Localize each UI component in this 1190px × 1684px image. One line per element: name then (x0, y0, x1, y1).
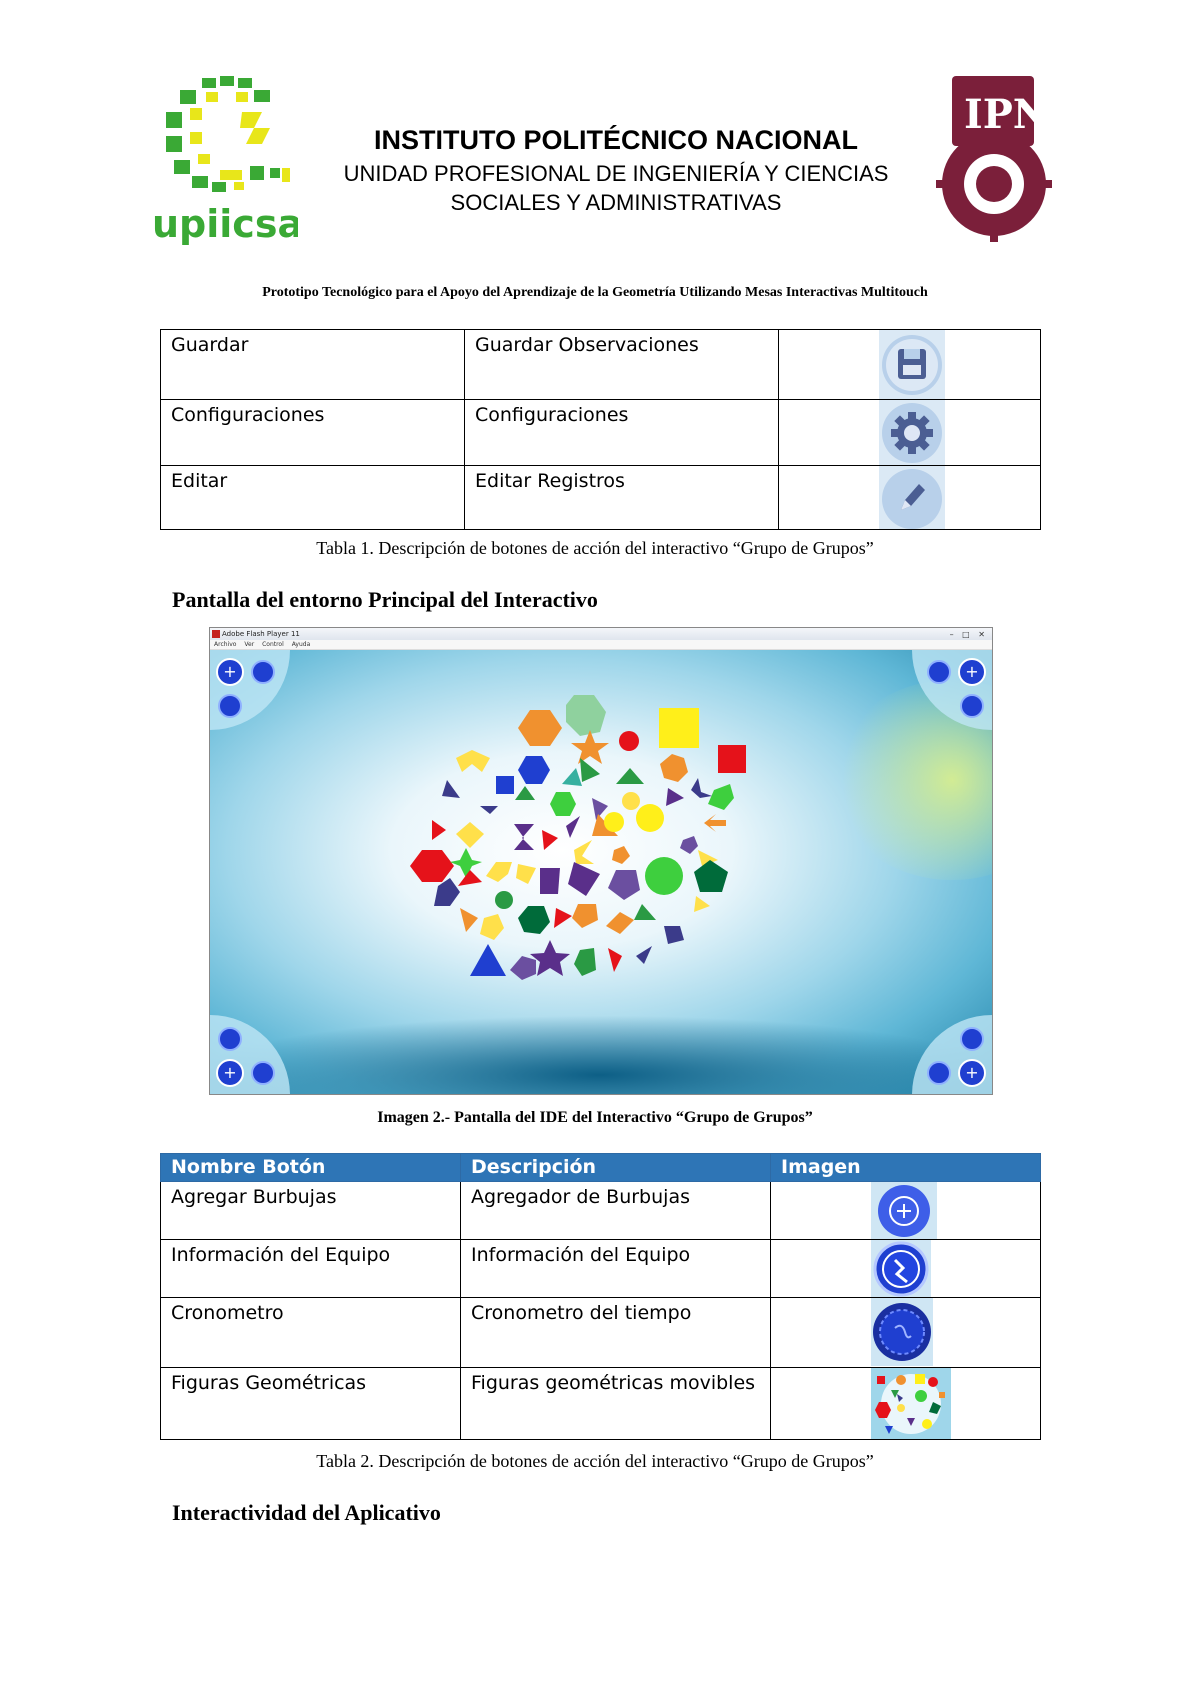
table-row: Figuras Geométricas Figuras geométricas … (160, 1367, 1041, 1440)
table1-caption: Tabla 1. Descripción de botones de acció… (316, 538, 874, 558)
svg-text:+: + (223, 1063, 236, 1082)
button-name-cell: Guardar (160, 329, 465, 400)
button-image-cell (778, 465, 1041, 530)
table-row: Configuraciones Configuraciones (160, 399, 1041, 466)
table-row: Agregar Burbujas Agregador de Burbujas (160, 1181, 1041, 1240)
button-image-cell (770, 1297, 1041, 1368)
shapes-thumbnail-icon (871, 1368, 951, 1439)
gear-icon (879, 400, 945, 465)
svg-text:IPN: IPN (964, 91, 1049, 138)
corner-controls-bottom-right[interactable]: + (912, 1015, 992, 1095)
button-name-cell: Información del Equipo (160, 1239, 461, 1298)
button-name-cell: Agregar Burbujas (160, 1181, 461, 1240)
ipn-logo: IPN (934, 72, 1052, 250)
button-description-cell: Información del Equipo (460, 1239, 771, 1298)
institute-name: INSTITUTO POLITÉCNICO NACIONAL (374, 125, 858, 155)
corner-controls-bottom-left[interactable]: + (210, 1015, 290, 1095)
menu-item-ayuda[interactable]: Ayuda (292, 641, 311, 648)
table2-caption: Tabla 2. Descripción de botones de acció… (316, 1451, 874, 1471)
flash-icon (212, 630, 220, 638)
button-image-cell (778, 329, 1041, 400)
column-header-name: Nombre Botón (160, 1153, 461, 1182)
corner-controls-top-right[interactable]: + (912, 650, 992, 730)
button-description-cell: Editar Registros (464, 465, 779, 530)
column-header-image: Imagen (770, 1153, 1041, 1182)
menu-item-ver[interactable]: Ver (244, 641, 254, 648)
image-caption: Imagen 2.- Pantalla del IDE del Interact… (377, 1109, 813, 1126)
svg-text:+: + (965, 1063, 978, 1082)
window-menu-bar: Archivo Ver Control Ayuda (210, 640, 992, 650)
button-name-cell: Figuras Geométricas (160, 1367, 461, 1440)
button-image-cell (770, 1181, 1041, 1240)
button-description-cell: Guardar Observaciones (464, 329, 779, 400)
button-name-cell: Cronometro (160, 1297, 461, 1368)
button-image-cell (770, 1367, 1041, 1440)
table-row: Cronometro Cronometro del tiempo (160, 1297, 1041, 1368)
column-header-description: Descripción (460, 1153, 771, 1182)
table-row: Información del Equipo Información del E… (160, 1239, 1041, 1298)
button-image-cell (770, 1239, 1041, 1298)
info-icon (871, 1240, 937, 1297)
stopwatch-icon (871, 1298, 937, 1367)
button-image-cell (778, 399, 1041, 466)
window-title: Adobe Flash Player 11 (222, 630, 300, 638)
corner-controls-top-left[interactable]: + (210, 650, 290, 730)
table-row: Editar Editar Registros (160, 465, 1041, 530)
menu-item-archivo[interactable]: Archivo (214, 641, 236, 648)
interactive-screenshot: Adobe Flash Player 11 – □ ✕ Archivo Ver … (209, 627, 993, 1095)
button-name-cell: Configuraciones (160, 399, 465, 466)
action-buttons-table: Guardar Guardar Observaciones Configurac… (160, 329, 1041, 530)
add-bubble-icon (871, 1182, 937, 1239)
menu-item-control[interactable]: Control (262, 641, 284, 648)
upiicsa-logo: upiicsa (150, 72, 303, 250)
section-heading-interactivity: Interactividad del Aplicativo (172, 1500, 441, 1525)
svg-text:upiicsa: upiicsa (152, 202, 298, 246)
window-title-bar: Adobe Flash Player 11 – □ ✕ (210, 628, 992, 640)
svg-text:+: + (965, 662, 978, 681)
document-subtitle: Prototipo Tecnológico para el Apoyo del … (262, 285, 928, 300)
button-description-cell: Configuraciones (464, 399, 779, 466)
button-description-cell: Figuras geométricas movibles (460, 1367, 771, 1440)
section-heading-main-screen: Pantalla del entorno Principal del Inter… (172, 587, 598, 612)
button-name-cell: Editar (160, 465, 465, 530)
table-header-row: Nombre Botón Descripción Imagen (160, 1153, 1041, 1182)
unit-name-line1: UNIDAD PROFESIONAL DE INGENIERÍA Y CIENC… (343, 161, 889, 186)
save-icon (879, 330, 945, 399)
button-description-cell: Cronometro del tiempo (460, 1297, 771, 1368)
unit-name-line2: SOCIALES Y ADMINISTRATIVAS (450, 190, 782, 215)
button-description-cell: Agregador de Burbujas (460, 1181, 771, 1240)
interactive-stage: + + + + (210, 650, 992, 1095)
geometric-shapes-cluster[interactable] (410, 695, 746, 980)
unit-name: UNIDAD PROFESIONAL DE INGENIERÍA Y CIENC… (300, 159, 932, 217)
window-controls[interactable]: – □ ✕ (950, 629, 988, 641)
interactive-buttons-table: Nombre Botón Descripción Imagen Agregar … (160, 1153, 1041, 1440)
table-row: Guardar Guardar Observaciones (160, 329, 1041, 400)
pencil-icon (879, 466, 945, 529)
svg-text:+: + (223, 662, 236, 681)
